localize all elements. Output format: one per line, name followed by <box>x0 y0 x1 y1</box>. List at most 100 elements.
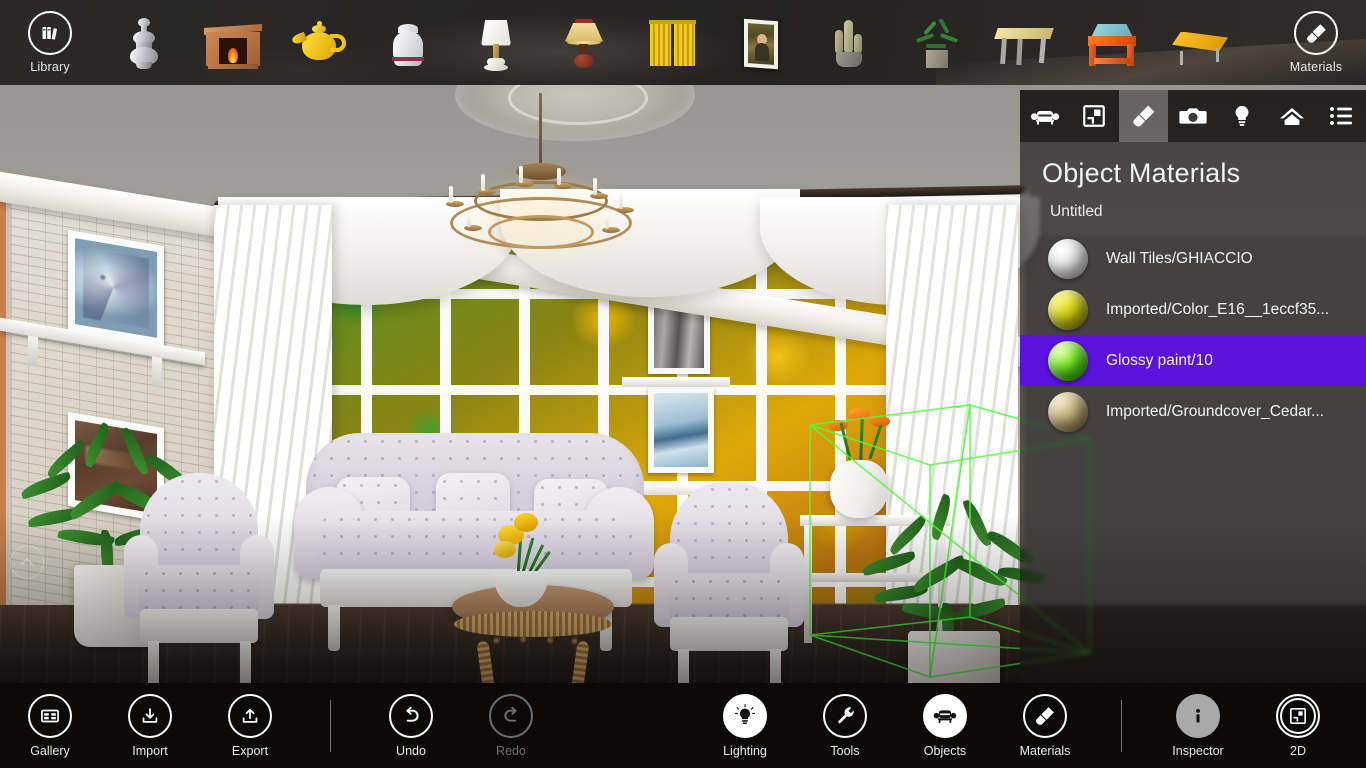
chair-leg <box>770 649 781 683</box>
white-jug-thumb[interactable] <box>364 0 452 85</box>
chandelier[interactable] <box>430 93 650 283</box>
chair-skirt <box>140 609 258 643</box>
2d-view-label: 2D <box>1290 743 1306 758</box>
materials-toolbar-button[interactable]: Materials <box>1266 0 1366 85</box>
tab-floorplan[interactable] <box>1069 90 1118 142</box>
objects-button[interactable]: Objects <box>895 683 995 768</box>
chair-leg <box>678 649 689 683</box>
tab-camera[interactable] <box>1168 90 1217 142</box>
chair-leg <box>240 641 251 683</box>
table-lamp-thumb[interactable] <box>452 0 540 85</box>
undo-label: Undo <box>396 743 426 758</box>
undo-button[interactable]: Undo <box>361 683 461 768</box>
console-leg <box>804 525 812 643</box>
list-icon <box>1330 107 1353 125</box>
armchair-right[interactable] <box>654 481 804 683</box>
viewport-collapse-button[interactable] <box>10 545 44 579</box>
floorplan-icon <box>1276 693 1320 738</box>
yellow-teapot-thumb[interactable] <box>276 0 364 85</box>
armchair-left[interactable] <box>124 473 274 683</box>
library-icon <box>28 11 72 55</box>
paintbrush-icon <box>1023 693 1067 738</box>
2d-view-button[interactable]: 2D <box>1248 683 1348 768</box>
top-toolbar[interactable]: Library Materials <box>0 0 1366 85</box>
chandelier-chain <box>539 93 542 167</box>
tab-objects[interactable] <box>1020 90 1069 142</box>
library-button[interactable]: Library <box>0 0 100 85</box>
potted-plant-thumb[interactable] <box>892 0 980 85</box>
materials-button[interactable]: Materials <box>995 683 1095 768</box>
paintbrush-icon <box>1294 11 1338 55</box>
tab-materials[interactable] <box>1118 90 1169 142</box>
desk-thumb[interactable] <box>980 0 1068 85</box>
flower-vase[interactable] <box>490 513 552 607</box>
cactus-thumb[interactable] <box>804 0 892 85</box>
table-apron-scrollwork <box>472 625 594 651</box>
app-window: Library Materials Object Materials Untit… <box>0 0 1366 768</box>
tab-list[interactable] <box>1317 90 1366 142</box>
wall-shelf-right-upper <box>622 377 730 387</box>
chair-skirt <box>670 617 788 651</box>
paintbrush-icon <box>1132 105 1154 127</box>
tools-button[interactable]: Tools <box>795 683 895 768</box>
redo-button[interactable]: Redo <box>461 683 561 768</box>
silver-vase-thumb[interactable] <box>100 0 188 85</box>
sofa-leg <box>328 605 340 651</box>
lighting-label: Lighting <box>723 743 767 758</box>
plant-pot <box>908 631 1000 683</box>
material-row[interactable]: Imported/Groundcover_Cedar... <box>1020 386 1366 437</box>
import-button[interactable]: Import <box>100 683 200 768</box>
bottom-toolbar[interactable]: Gallery Import Export Undo Redo Lighting… <box>0 683 1366 768</box>
material-row[interactable]: Wall Tiles/GHIACCIO <box>1020 233 1366 284</box>
tools-label: Tools <box>830 743 860 758</box>
yellow-coffee-table-thumb[interactable] <box>1156 0 1244 85</box>
orange-side-table-thumb[interactable] <box>1068 0 1156 85</box>
sofa-seat <box>316 511 634 577</box>
inspector-button[interactable]: Inspector <box>1148 683 1248 768</box>
lightbulb-icon <box>723 693 767 738</box>
wrench-icon <box>823 693 867 738</box>
gallery-icon <box>28 693 72 738</box>
material-swatch <box>1048 340 1088 381</box>
material-name: Wall Tiles/GHIACCIO <box>1106 249 1253 267</box>
redo-icon <box>489 693 533 738</box>
toolbar-divider <box>330 699 331 752</box>
material-list[interactable]: Wall Tiles/GHIACCIO Imported/Color_E16__… <box>1020 231 1366 437</box>
plant-foliage <box>860 493 1047 647</box>
camera-icon <box>1179 108 1207 124</box>
panel-title: Object Materials <box>1042 158 1241 188</box>
lighting-button[interactable]: Lighting <box>695 683 795 768</box>
mona-lisa-picture-thumb[interactable] <box>716 0 804 85</box>
gallery-button[interactable]: Gallery <box>0 683 100 768</box>
material-row-selected[interactable]: Glossy paint/10 <box>1020 335 1366 386</box>
tab-lighting[interactable] <box>1218 90 1267 142</box>
shaded-lamp-thumb[interactable] <box>540 0 628 85</box>
floorplan-icon <box>1083 105 1105 127</box>
inspector-label: Inspector <box>1172 743 1224 758</box>
library-label: Library <box>30 60 70 74</box>
chair-leg <box>148 641 159 683</box>
armchair-icon <box>1030 111 1059 125</box>
import-icon <box>128 693 172 738</box>
panel-tab-bar[interactable] <box>1020 90 1366 142</box>
house-icon <box>1279 108 1304 125</box>
object-materials-panel[interactable]: Object Materials Untitled Wall Tiles/GHI… <box>1020 90 1366 683</box>
materials-toolbar-label: Materials <box>1289 60 1343 74</box>
material-swatch <box>1048 391 1088 432</box>
material-name: Glossy paint/10 <box>1106 351 1213 369</box>
objects-label: Objects <box>923 743 967 758</box>
material-swatch <box>1048 289 1088 330</box>
armchair-icon <box>923 693 967 738</box>
wall-art-abstract-blue <box>68 229 164 347</box>
gallery-label: Gallery <box>30 743 70 758</box>
materials-label: Materials <box>1019 743 1071 758</box>
material-swatch <box>1048 238 1088 279</box>
export-button[interactable]: Export <box>200 683 300 768</box>
fireplace-thumb[interactable] <box>188 0 276 85</box>
panel-subtitle: Untitled <box>1050 203 1103 220</box>
undo-icon <box>389 693 433 738</box>
material-row[interactable]: Imported/Color_E16__1eccf35... <box>1020 284 1366 335</box>
tab-home[interactable] <box>1267 90 1316 142</box>
wall-art-blue <box>648 387 714 473</box>
yellow-curtains-thumb[interactable] <box>628 0 716 85</box>
